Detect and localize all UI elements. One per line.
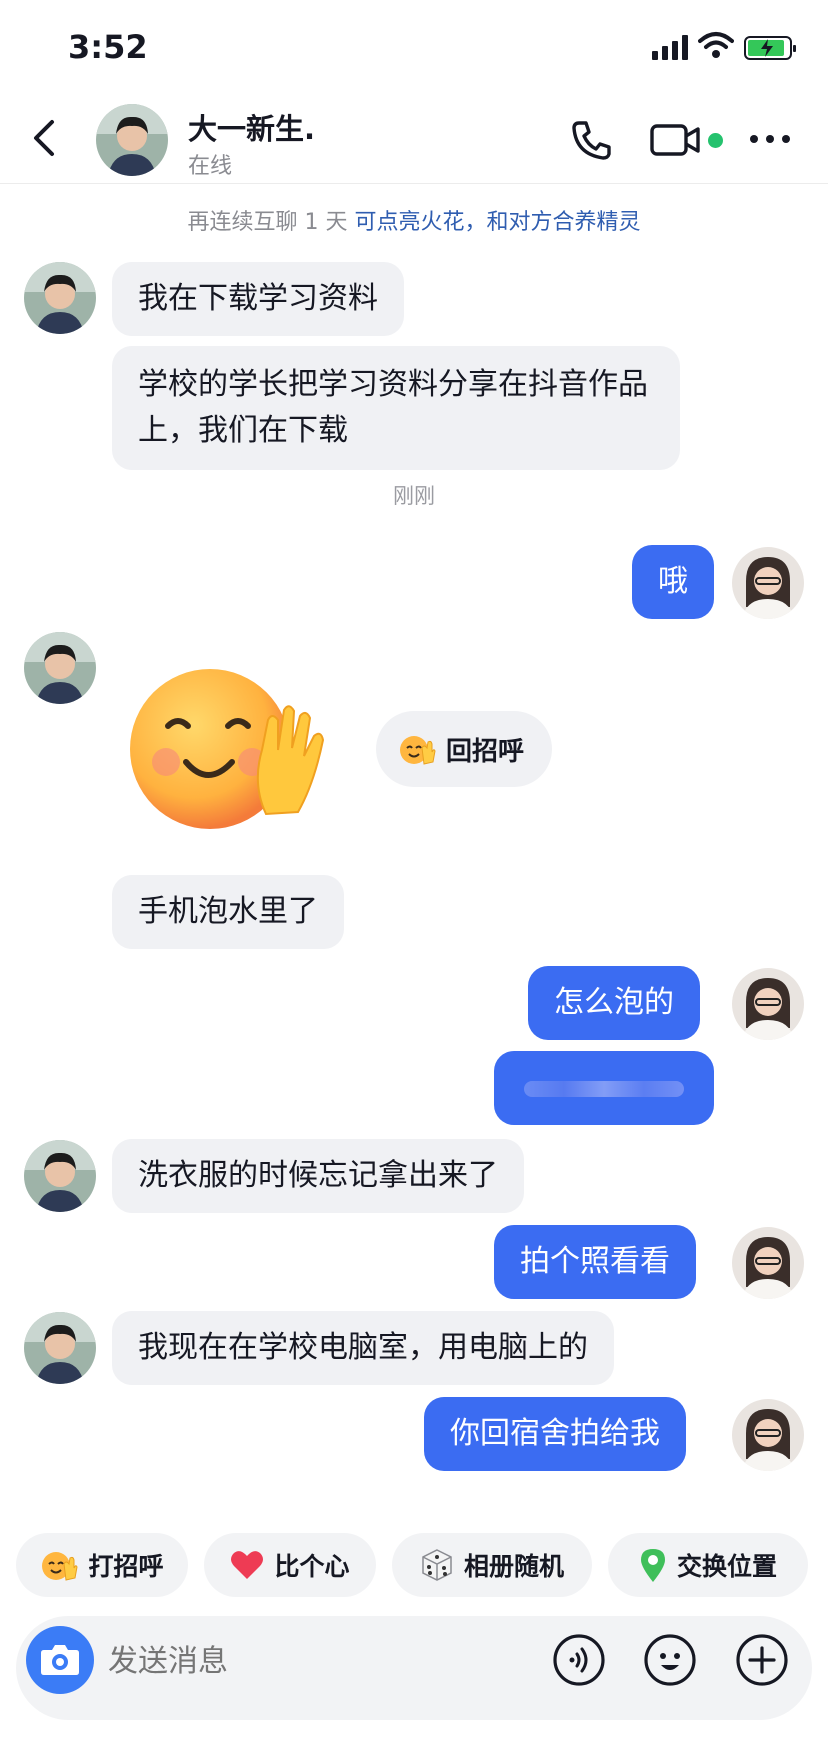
message-bubble[interactable]: 我现在在学校电脑室，用电脑上的 xyxy=(112,1311,614,1385)
battery-icon xyxy=(744,36,796,60)
dice-icon xyxy=(422,1549,452,1581)
message-bubble[interactable]: 怎么泡的 xyxy=(528,966,700,1040)
add-more-icon[interactable] xyxy=(735,1633,789,1687)
quick-action-label: 相册随机 xyxy=(463,1552,564,1581)
voice-message-icon[interactable] xyxy=(552,1633,606,1687)
heart-icon xyxy=(231,1551,264,1579)
online-indicator-dot xyxy=(708,133,723,148)
wifi-icon xyxy=(698,32,734,58)
quick-action-label: 打招呼 xyxy=(88,1552,164,1581)
contact-avatar[interactable] xyxy=(24,262,96,334)
reply-greeting-button[interactable]: 回招呼 xyxy=(376,711,553,787)
reply-greeting-label: 回招呼 xyxy=(446,736,525,767)
message-bubble[interactable]: 拍个照看看 xyxy=(494,1225,696,1299)
my-avatar[interactable] xyxy=(732,1399,804,1471)
contact-avatar[interactable] xyxy=(96,104,168,176)
streak-notice-text: 再连续互聊 1 天 xyxy=(187,210,355,235)
emoji-smile-icon[interactable] xyxy=(643,1633,697,1687)
message-bubble[interactable]: 我在下载学习资料 xyxy=(112,262,404,336)
quick-action-label: 比个心 xyxy=(274,1552,350,1581)
quick-action-exchange-location[interactable]: 交换位置 xyxy=(608,1533,808,1597)
contact-avatar[interactable] xyxy=(24,632,96,704)
quick-action-heart[interactable]: 比个心 xyxy=(204,1533,376,1597)
message-bubble[interactable]: 你回宿舍拍给我 xyxy=(424,1397,686,1471)
more-options-icon[interactable] xyxy=(748,130,792,148)
message-bubble[interactable]: 手机泡水里了 xyxy=(112,875,344,949)
wave-emoji-icon xyxy=(400,736,436,765)
back-arrow-icon[interactable] xyxy=(30,116,60,160)
quick-action-greet[interactable]: 打招呼 xyxy=(16,1533,188,1597)
message-input[interactable] xyxy=(108,1638,528,1684)
message-bubble-redacted[interactable] xyxy=(494,1051,714,1125)
message-timestamp: 刚刚 xyxy=(393,484,435,508)
my-avatar[interactable] xyxy=(732,968,804,1040)
message-bubble[interactable]: 学校的学长把学习资料分享在抖音作品上，我们在下载 xyxy=(112,346,680,470)
wave-emoji-icon xyxy=(42,1552,78,1581)
status-time: 3:52 xyxy=(68,28,148,66)
message-bubble[interactable]: 哦 xyxy=(632,545,714,619)
quick-action-random-album[interactable]: 相册随机 xyxy=(392,1533,592,1597)
camera-icon xyxy=(41,1645,79,1675)
streak-notice: 再连续互聊 1 天 可点亮火花，和对方合养精灵 xyxy=(0,204,828,236)
my-avatar[interactable] xyxy=(732,1227,804,1299)
quick-action-label: 交换位置 xyxy=(676,1552,777,1581)
cellular-signal-icon xyxy=(652,34,690,60)
wave-hello-sticker[interactable] xyxy=(128,664,338,834)
streak-notice-link[interactable]: 可点亮火花，和对方合养精灵 xyxy=(354,210,640,235)
contact-avatar[interactable] xyxy=(24,1312,96,1384)
message-bubble[interactable]: 洗衣服的时候忘记拿出来了 xyxy=(112,1139,524,1213)
phone-call-icon[interactable] xyxy=(570,118,614,162)
contact-avatar[interactable] xyxy=(24,1140,96,1212)
my-avatar[interactable] xyxy=(732,547,804,619)
header-divider xyxy=(0,183,828,184)
location-pin-icon xyxy=(640,1549,665,1582)
contact-name[interactable]: 大一新生. xyxy=(188,106,315,148)
camera-button[interactable] xyxy=(26,1626,94,1694)
redacted-text-blur xyxy=(524,1081,684,1097)
video-call-icon[interactable] xyxy=(650,120,702,160)
online-status: 在线 xyxy=(188,154,233,179)
